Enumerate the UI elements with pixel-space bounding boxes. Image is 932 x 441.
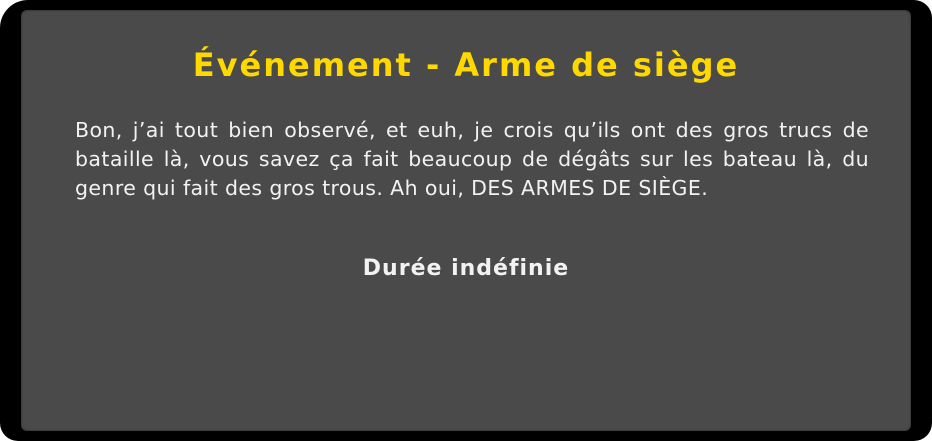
event-duration: Durée indéfinie: [362, 256, 570, 281]
event-panel: Événement - Arme de siège Bon, j’ai tout…: [21, 10, 911, 431]
event-description: Bon, j’ai tout bien observé, et euh, je …: [75, 118, 869, 200]
event-dialog-frame: Événement - Arme de siège Bon, j’ai tout…: [0, 0, 932, 441]
event-title: Événement - Arme de siège: [192, 46, 740, 84]
